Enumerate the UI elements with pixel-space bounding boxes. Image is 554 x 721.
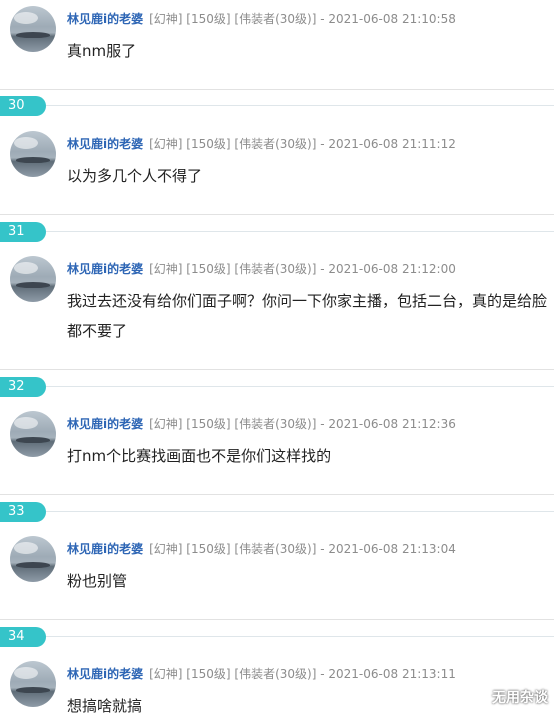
comment-timestamp: 2021-06-08 21:10:58 [328,12,456,26]
comment-meta: 林见鹿i的老婆 [幻神] [150级] [伟装者(30级)] - 2021-06-… [67,136,456,153]
username-link[interactable]: 林见鹿i的老婆 [67,417,143,431]
floor-line [46,231,554,232]
comment-meta: 林见鹿i的老婆 [幻神] [150级] [伟装者(30级)] - 2021-06-… [67,11,456,28]
floor-line [46,386,554,387]
user-tags: [幻神] [150级] [伟装者(30级)] [149,542,317,556]
floor-line [46,636,554,637]
user-avatar[interactable] [10,536,56,582]
meta-separator: - [320,12,325,26]
comment-timestamp: 2021-06-08 21:12:36 [328,417,456,431]
meta-separator: - [320,137,325,151]
comment-text: 粉也别管 [67,572,128,590]
meta-separator: - [320,667,325,681]
comment-text: 以为多几个人不得了 [67,167,203,185]
divider [0,369,554,370]
meta-separator: - [320,542,325,556]
username-link[interactable]: 林见鹿i的老婆 [67,542,143,556]
comment-text: 我过去还没有给你们面子啊？你问一下你家主播，包括二台，真的是给脸都不要了 [67,292,548,340]
floor-number-badge: 34 [0,627,46,647]
comment-post: 林见鹿i的老婆 [幻神] [150级] [伟装者(30级)] - 2021-06-… [0,125,554,215]
user-avatar[interactable] [10,661,56,707]
comment-timestamp: 2021-06-08 21:12:00 [328,262,456,276]
divider [0,214,554,215]
username-link[interactable]: 林见鹿i的老婆 [67,12,143,26]
user-avatar[interactable] [10,256,56,302]
comment-meta: 林见鹿i的老婆 [幻神] [150级] [伟装者(30级)] - 2021-06-… [67,666,456,683]
meta-separator: - [320,417,325,431]
comment-timestamp: 2021-06-08 21:13:11 [328,667,456,681]
user-tags: [幻神] [150级] [伟装者(30级)] [149,12,317,26]
comment-post: 林见鹿i的老婆 [幻神] [150级] [伟装者(30级)] - 2021-06-… [0,250,554,368]
comment-meta: 林见鹿i的老婆 [幻神] [150级] [伟装者(30级)] - 2021-06-… [67,416,456,433]
comment-text: 真nm服了 [67,42,137,60]
user-tags: [幻神] [150级] [伟装者(30级)] [149,262,317,276]
comment-post: 林见鹿i的老婆 [幻神] [150级] [伟装者(30级)] - 2021-06-… [0,0,554,89]
user-tags: [幻神] [150级] [伟装者(30级)] [149,137,317,151]
username-link[interactable]: 林见鹿i的老婆 [67,137,143,151]
comment-meta: 林见鹿i的老婆 [幻神] [150级] [伟装者(30级)] - 2021-06-… [67,541,456,558]
floor-number-badge: 30 [0,96,46,116]
user-avatar[interactable] [10,411,56,457]
username-link[interactable]: 林见鹿i的老婆 [67,667,143,681]
meta-separator: - [320,262,325,276]
divider [0,494,554,495]
floor-number-badge: 33 [0,502,46,522]
comment-post: 林见鹿i的老婆 [幻神] [150级] [伟装者(30级)] - 2021-06-… [0,530,554,618]
comment-post: 林见鹿i的老婆 [幻神] [150级] [伟装者(30级)] - 2021-06-… [0,405,554,493]
floor-line [46,105,554,106]
user-tags: [幻神] [150级] [伟装者(30级)] [149,417,317,431]
user-avatar[interactable] [10,6,56,52]
comment-timestamp: 2021-06-08 21:13:04 [328,542,456,556]
username-link[interactable]: 林见鹿i的老婆 [67,262,143,276]
comment-timestamp: 2021-06-08 21:11:12 [328,137,456,151]
floor-number-badge: 31 [0,222,46,242]
comment-text: 打nm个比赛找画面也不是你们这样找的 [67,447,332,465]
divider [0,89,554,90]
floor-line [46,511,554,512]
comment-meta: 林见鹿i的老婆 [幻神] [150级] [伟装者(30级)] - 2021-06-… [67,261,456,278]
comment-post: 林见鹿i的老婆 [幻神] [150级] [伟装者(30级)] - 2021-06-… [0,655,554,717]
user-tags: [幻神] [150级] [伟装者(30级)] [149,667,317,681]
floor-number-badge: 32 [0,377,46,397]
divider [0,619,554,620]
user-avatar[interactable] [10,131,56,177]
watermark: 无用杂谈 [492,690,548,706]
